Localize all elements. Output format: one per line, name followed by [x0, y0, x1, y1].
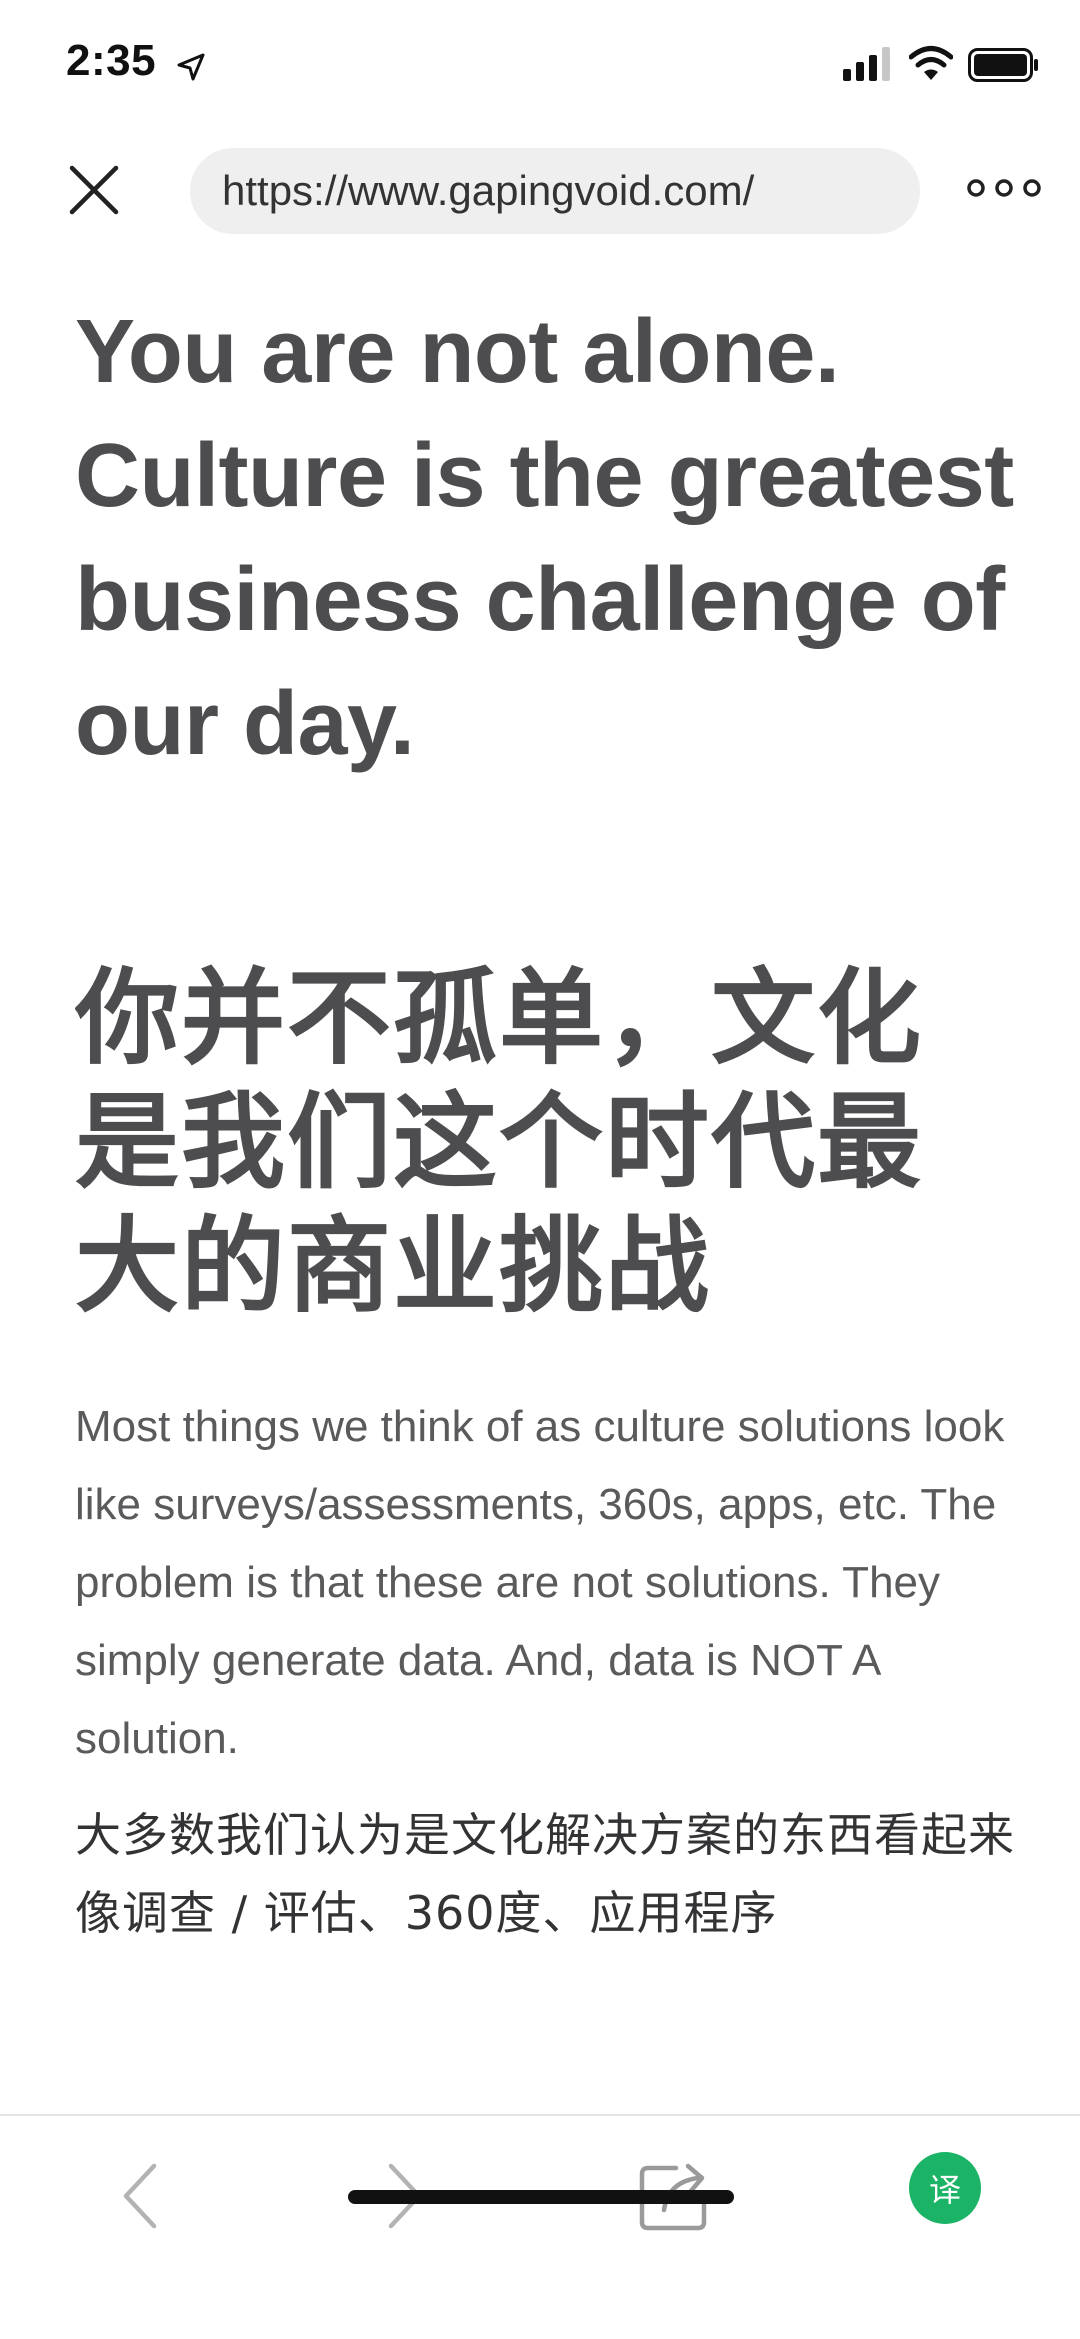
- bottom-toolbar: 译: [0, 2114, 1080, 2339]
- chevron-left-icon[interactable]: [110, 2156, 170, 2236]
- location-arrow-icon: [177, 53, 205, 81]
- page-content: You are not alone. Culture is the greate…: [75, 290, 1015, 2110]
- status-bar: 2:35: [0, 0, 1080, 130]
- translate-button[interactable]: 译: [909, 2152, 981, 2224]
- phone-screen: 2:35 https://www.gapingvoid.com/ You are…: [0, 0, 1080, 2339]
- headline-english: You are not alone. Culture is the greate…: [75, 302, 1014, 774]
- translate-label: 译: [928, 2171, 961, 2209]
- paragraph-english: Most things we think of as culture solut…: [75, 1402, 1005, 1763]
- headline-chinese: 你并不孤单，文化是我们这个时代最大的商业挑战: [75, 957, 924, 1327]
- status-time: 2:35: [66, 36, 157, 85]
- home-indicator[interactable]: [348, 2190, 734, 2204]
- close-icon[interactable]: [64, 160, 124, 220]
- more-dots-icon[interactable]: [966, 168, 1042, 208]
- browser-header: https://www.gapingvoid.com/: [0, 130, 1080, 250]
- url-bar[interactable]: https://www.gapingvoid.com/: [190, 148, 920, 234]
- wifi-icon: [909, 46, 953, 80]
- url-text: https://www.gapingvoid.com/: [222, 167, 755, 214]
- battery-icon: [968, 48, 1038, 82]
- paragraph-chinese: 大多数我们认为是文化解决方案的东西看起来像调查 / 评估、360度、应用程序: [75, 1808, 1015, 1940]
- signal-icon: [843, 47, 890, 81]
